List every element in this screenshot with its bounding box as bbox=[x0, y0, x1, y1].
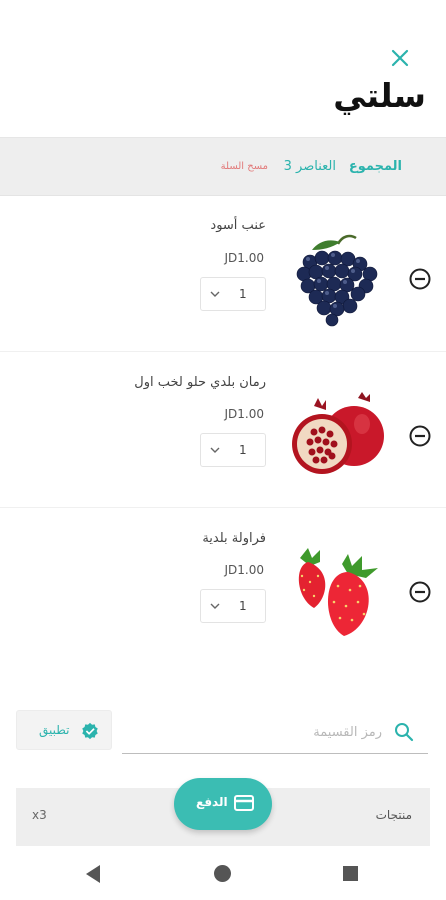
quantity-value: 1 bbox=[239, 599, 247, 613]
products-count: x3 bbox=[32, 808, 47, 822]
item-name: عنب أسود bbox=[210, 218, 266, 233]
items-count: 3 العناصر bbox=[283, 159, 336, 174]
total-label: المجموع bbox=[348, 159, 402, 174]
cart-summary-bar: المجموع 3 العناصر مسح السلة bbox=[0, 138, 446, 196]
search-icon bbox=[395, 723, 414, 742]
pay-label: الدفع bbox=[196, 795, 228, 809]
credit-card-icon bbox=[234, 795, 254, 811]
recent-apps-icon[interactable] bbox=[343, 866, 358, 881]
quantity-select[interactable]: 1 bbox=[200, 589, 266, 623]
system-nav-bar bbox=[0, 848, 446, 900]
item-price: JD1.00 bbox=[224, 407, 265, 421]
verified-badge-icon bbox=[82, 722, 98, 740]
app-header: سلتي bbox=[0, 0, 446, 138]
pomegranate-image bbox=[292, 392, 384, 474]
quantity-select[interactable]: 1 bbox=[200, 433, 266, 467]
coupon-field[interactable] bbox=[122, 710, 428, 754]
coupon-row: تطبيق bbox=[0, 704, 446, 760]
close-icon bbox=[391, 49, 409, 67]
quantity-value: 1 bbox=[239, 287, 247, 301]
cart-item: عنب أسود JD1.00 1 bbox=[0, 196, 446, 352]
apply-coupon-button[interactable]: تطبيق bbox=[16, 710, 112, 750]
grapes-image bbox=[296, 234, 378, 327]
remove-item-icon[interactable] bbox=[408, 267, 432, 291]
remove-item-icon[interactable] bbox=[408, 580, 432, 604]
item-price: JD1.00 bbox=[224, 251, 265, 265]
item-name: رمان بلدي حلو لخب اول bbox=[134, 375, 266, 390]
item-name: فراولة بلدية bbox=[202, 531, 266, 546]
home-icon[interactable] bbox=[214, 865, 231, 882]
quantity-select[interactable]: 1 bbox=[200, 277, 266, 311]
cart-item: رمان بلدي حلو لخب اول JD1.00 1 bbox=[0, 352, 446, 508]
apply-label: تطبيق bbox=[39, 723, 70, 737]
strawberries-image bbox=[298, 548, 378, 636]
item-price: JD1.00 bbox=[224, 563, 265, 577]
close-button[interactable] bbox=[388, 46, 412, 70]
coupon-input[interactable] bbox=[122, 718, 382, 746]
chevron-down-icon bbox=[210, 291, 220, 297]
page-title: سلتي bbox=[333, 76, 426, 115]
back-icon[interactable] bbox=[84, 864, 102, 884]
pay-button[interactable]: الدفع bbox=[174, 778, 272, 830]
cart-item: فراولة بلدية JD1.00 1 bbox=[0, 508, 446, 664]
remove-item-icon[interactable] bbox=[408, 424, 432, 448]
products-label: منتجات bbox=[375, 808, 412, 822]
quantity-value: 1 bbox=[239, 443, 247, 457]
chevron-down-icon bbox=[210, 603, 220, 609]
chevron-down-icon bbox=[210, 447, 220, 453]
clear-cart-button[interactable]: مسح السلة bbox=[221, 161, 268, 172]
